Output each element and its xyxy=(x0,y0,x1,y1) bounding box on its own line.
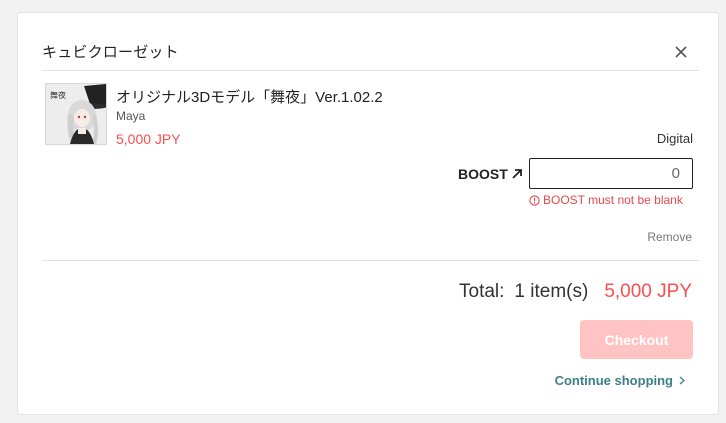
item-price: 5,000 JPY xyxy=(116,131,181,147)
close-icon[interactable] xyxy=(674,45,688,59)
avatar-character-thumbnail: 舞夜 xyxy=(46,84,106,144)
item-title[interactable]: オリジナル3Dモデル「舞夜」Ver.1.02.2 xyxy=(116,86,383,107)
summary-divider xyxy=(42,260,699,261)
alert-circle-icon xyxy=(529,194,540,206)
cart-dialog: キュビクローゼット 舞夜 オリジナル3Dモデル「舞夜」Ver.1.02.2 Ma… xyxy=(17,12,719,415)
boost-input[interactable] xyxy=(529,158,693,189)
continue-shopping-label: Continue shopping xyxy=(554,373,673,388)
thumbnail-text: 舞夜 xyxy=(50,90,66,100)
boost-label: BOOST xyxy=(458,166,523,182)
continue-shopping-link[interactable]: Continue shopping xyxy=(555,373,685,388)
chevron-right-icon xyxy=(679,376,685,385)
total-summary: Total: 1 item(s) 5,000 JPY xyxy=(459,281,692,303)
item-author[interactable]: Maya xyxy=(116,109,145,123)
boost-error-text: BOOST must not be blank xyxy=(543,193,683,207)
boost-label-text: BOOST xyxy=(458,166,508,182)
item-count: 1 item(s) xyxy=(514,281,589,302)
checkout-button[interactable]: Checkout xyxy=(580,320,693,359)
item-thumbnail[interactable]: 舞夜 xyxy=(45,83,107,145)
header-divider xyxy=(42,70,699,71)
total-label: Total: xyxy=(459,281,505,302)
dialog-title: キュビクローゼット xyxy=(42,44,179,61)
item-type: Digital xyxy=(656,131,693,146)
total-price: 5,000 JPY xyxy=(604,281,692,302)
remove-button[interactable]: Remove xyxy=(647,230,692,244)
boost-error-message: BOOST must not be blank xyxy=(529,193,683,207)
arrow-up-right-icon xyxy=(512,169,522,179)
